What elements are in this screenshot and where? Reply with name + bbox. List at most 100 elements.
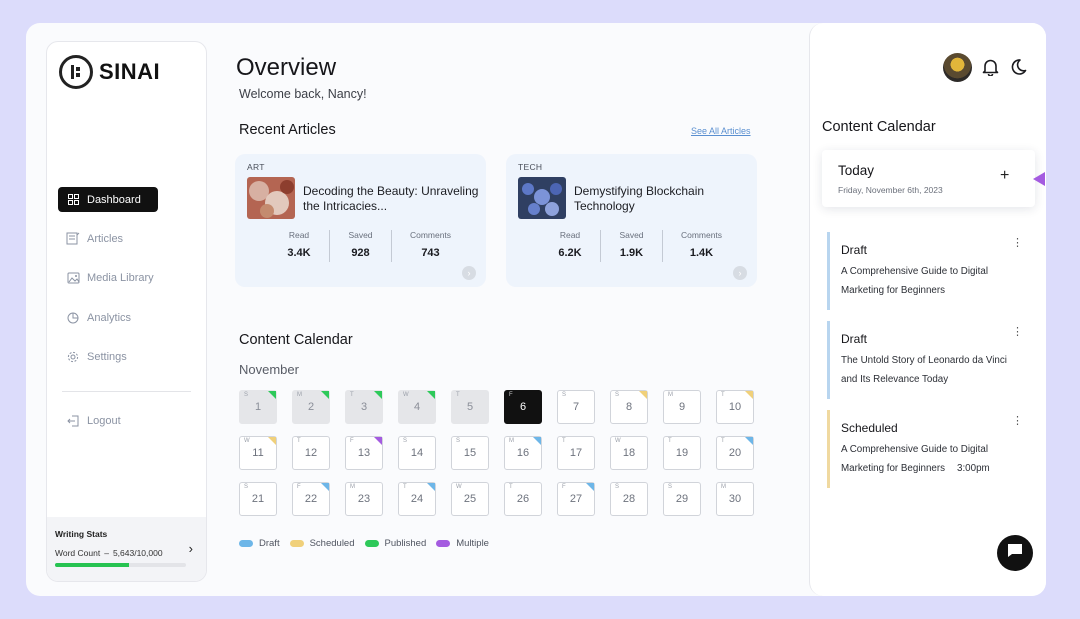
sidebar-item-media-library[interactable]: Media Library [58,266,198,291]
stat-read: Read 6.2K [546,230,594,262]
entry-text: A Comprehensive Guide to Digital Marketi… [841,266,989,296]
sidebar-item-articles[interactable]: Articles [58,226,198,251]
day-number: 18 [622,447,636,459]
calendar-day[interactable]: T 26 [504,482,542,516]
weekday-label: S [244,392,249,398]
stat-label: Read [288,230,310,240]
sidebar-item-analytics[interactable]: Analytics [58,305,198,330]
stat-value: 1.9K [619,247,644,259]
writing-stats[interactable]: Writing Stats Word Count – 5,643/10,000 … [47,517,206,581]
calendar-entry[interactable]: Draft The Untold Story of Leonardo da Vi… [827,321,1027,399]
calendar-day[interactable]: F 13 [345,436,383,470]
day-number: 4 [413,401,421,413]
calendar-day[interactable]: T 20 [716,436,754,470]
weekday-label: T [297,438,301,444]
calendar-entry[interactable]: Draft A Comprehensive Guide to Digital M… [827,232,1027,310]
legend-label: Scheduled [309,538,355,549]
add-icon[interactable]: + [1000,167,1009,185]
article-card[interactable]: TECH Demystifying Blockchain Technology … [506,154,757,287]
sidebar-item-label: Analytics [87,311,132,324]
weekday-label: S [562,392,567,398]
calendar-day[interactable]: M9 [663,390,701,424]
calendar-day[interactable]: T5 [451,390,489,424]
calendar-day[interactable]: F6 [504,390,542,424]
calendar-day[interactable]: F 22 [292,482,330,516]
stat-label: Comments [409,230,452,240]
entry-status: Scheduled [841,421,898,435]
calendar-day[interactable]: T 24 [398,482,436,516]
logout-icon [66,414,80,428]
right-calendar-title: Content Calendar [822,119,936,135]
calendar-day[interactable]: M 16 [504,436,542,470]
weekday-label: T [668,438,672,444]
status-marker [639,391,647,399]
legend-label: Draft [259,538,280,549]
calendar-day[interactable]: W4 [398,390,436,424]
calendar-day[interactable]: S 28 [610,482,648,516]
calendar-day[interactable]: W 25 [451,482,489,516]
see-all-articles-link[interactable]: See All Articles [691,126,751,136]
calendar-day[interactable]: S 14 [398,436,436,470]
calendar-day[interactable]: S8 [610,390,648,424]
calendar-day[interactable]: M2 [292,390,330,424]
stat-value: 743 [421,247,440,259]
calendar-day[interactable]: M 30 [716,482,754,516]
chat-button[interactable] [997,535,1033,571]
article-card[interactable]: ART Decoding the Beauty: Unraveling the … [235,154,486,287]
calendar-day[interactable]: T 10 [716,390,754,424]
calendar-day[interactable]: T 17 [557,436,595,470]
calendar-day[interactable]: T 12 [292,436,330,470]
calendar-day[interactable]: M 23 [345,482,383,516]
status-marker [745,437,753,445]
calendar-day[interactable]: S1 [239,390,277,424]
day-number: 13 [357,447,371,459]
more-icon[interactable]: ⋮ [1012,414,1023,427]
calendar-day[interactable]: W 18 [610,436,648,470]
article-category: ART [247,162,265,172]
bell-icon[interactable] [982,58,999,81]
word-count-progress [55,563,186,567]
status-marker [586,483,594,491]
stat-value: 1.4K [689,247,714,259]
logo-icon [59,55,93,89]
weekday-label: S [244,484,249,490]
weekday-label: T [350,392,354,398]
day-number: 28 [622,493,636,505]
chevron-right-icon[interactable]: › [189,541,193,556]
legend-label: Multiple [456,538,489,549]
legend-label: Published [384,538,427,549]
stat-saved: Saved 1.9K [601,230,662,262]
calendar-day[interactable]: T 19 [663,436,701,470]
weekday-label: W [244,438,250,444]
day-number: 15 [463,447,477,459]
word-count-dash: – [104,548,109,558]
stat-label: Saved [619,230,644,240]
status-marker [321,391,329,399]
arrow-right-icon[interactable]: › [733,266,747,280]
day-number: 20 [728,447,742,459]
logo[interactable]: SINAI [59,55,160,89]
calendar-day[interactable]: S 29 [663,482,701,516]
more-icon[interactable]: ⋮ [1012,236,1023,249]
sidebar-item-dashboard[interactable]: Dashboard [58,187,158,212]
sidebar-item-settings[interactable]: Settings [58,345,198,370]
calendar-day[interactable]: W 11 [239,436,277,470]
arrow-right-icon[interactable]: › [462,266,476,280]
moon-icon[interactable] [1009,58,1027,81]
day-number: 22 [304,493,318,505]
calendar-day[interactable]: S 15 [451,436,489,470]
weekday-label: M [350,484,355,490]
legend-swatch [364,540,379,547]
calendar-day[interactable]: S 21 [239,482,277,516]
weekday-label: T [403,484,407,490]
page-title: Overview [236,54,337,81]
calendar-day[interactable]: T3 [345,390,383,424]
day-number: 17 [569,447,583,459]
more-icon[interactable]: ⋮ [1012,325,1023,338]
calendar-entry[interactable]: Scheduled A Comprehensive Guide to Digit… [827,410,1027,488]
logout-button[interactable]: Logout [66,414,121,428]
calendar-day[interactable]: S7 [557,390,595,424]
avatar[interactable] [943,53,972,82]
calendar-day[interactable]: F 27 [557,482,595,516]
weekday-label: W [403,392,409,398]
